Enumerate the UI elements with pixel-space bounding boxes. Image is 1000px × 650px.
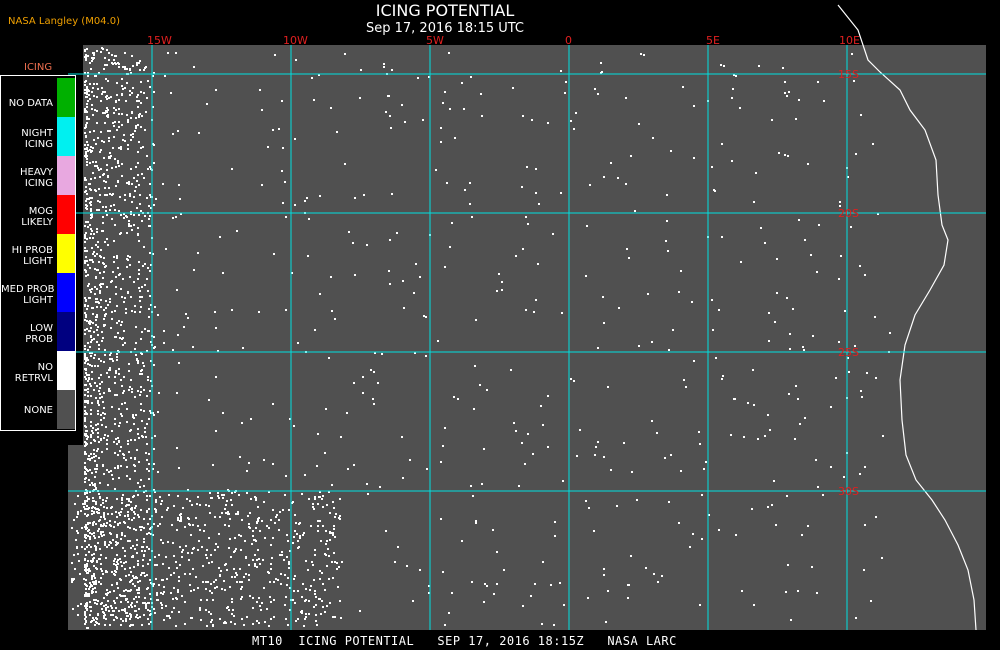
legend-swatch bbox=[57, 78, 75, 117]
legend-swatch bbox=[57, 390, 75, 429]
map-background bbox=[68, 45, 986, 630]
legend: NO DATA NIGHT ICING HEAVY ICING MOG LIKE… bbox=[0, 75, 76, 431]
lon-label: 15W bbox=[147, 34, 172, 47]
legend-item: HI PROB LIGHT bbox=[1, 234, 76, 273]
lon-label: 10W bbox=[283, 34, 308, 47]
legend-label: NO RETRVL bbox=[14, 362, 53, 384]
legend-label: NONE bbox=[23, 405, 53, 416]
legend-swatch bbox=[57, 117, 75, 156]
lat-label: 20S bbox=[838, 207, 859, 220]
legend-item: NONE bbox=[1, 390, 76, 429]
legend-swatch bbox=[57, 351, 75, 390]
legend-label: MOG LIKELY bbox=[21, 206, 53, 228]
bottom-caption: MT10 ICING POTENTIAL SEP 17, 2016 18:15Z… bbox=[252, 634, 677, 648]
legend-swatch bbox=[57, 156, 75, 195]
legend-label: NIGHT ICING bbox=[21, 128, 53, 150]
legend-label: HI PROB LIGHT bbox=[11, 245, 53, 267]
legend-item: NO RETRVL bbox=[1, 351, 76, 390]
lon-label: 5E bbox=[706, 34, 720, 47]
lat-label: 30S bbox=[838, 485, 859, 498]
legend-swatch bbox=[57, 273, 75, 312]
legend-item: NIGHT ICING bbox=[1, 117, 76, 156]
legend-label: NO DATA bbox=[8, 98, 53, 109]
legend-label: LOW PROB bbox=[25, 323, 53, 345]
legend-swatch bbox=[57, 234, 75, 273]
legend-label: HEAVY ICING bbox=[20, 167, 53, 189]
legend-item: MED PROB LIGHT bbox=[1, 273, 76, 312]
legend-item: MOG LIKELY bbox=[1, 195, 76, 234]
lat-label: 15S bbox=[838, 68, 859, 81]
legend-item: LOW PROB bbox=[1, 312, 76, 351]
lon-label: 0 bbox=[565, 34, 572, 47]
legend-label: MED PROB LIGHT bbox=[1, 284, 55, 306]
legend-item: HEAVY ICING bbox=[1, 156, 76, 195]
lat-label: 25S bbox=[838, 346, 859, 359]
legend-swatch bbox=[57, 195, 75, 234]
lon-label: 10E bbox=[839, 34, 860, 47]
lon-label: 5W bbox=[426, 34, 444, 47]
map-svg[interactable]: 15W 10W 5W 0 5E 10E 15S 20S 25S 30S bbox=[0, 0, 1000, 650]
legend-title: ICING bbox=[24, 62, 53, 73]
legend-swatch bbox=[57, 312, 75, 351]
legend-item: NO DATA bbox=[1, 78, 76, 117]
